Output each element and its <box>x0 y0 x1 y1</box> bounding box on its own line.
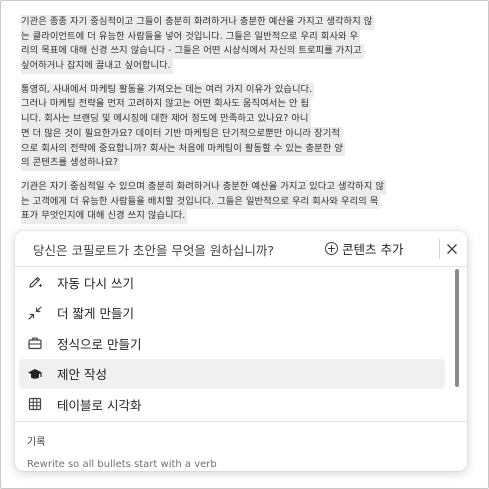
highlighted-text: 싶어하거나 잡지에 끌내고 싶어합니다. <box>21 59 173 74</box>
highlighted-text: 는 고객에게 더 유능한 사람들을 배치할 것입니다. 그들은 일반적으로 우리… <box>21 194 381 210</box>
history-heading: 기록 <box>27 437 46 448</box>
text-line: 는 고객에게 더 유능한 사람들을 배치할 것입니다. 그들은 일반적으로 우리… <box>21 194 466 210</box>
text-line: 으로 회사의 전략에 중요합니까? 회사는 처음에 마케팅이 활동할 수 있는 … <box>21 141 466 157</box>
menu-item-visualize-table[interactable]: 테이블로 시각화 <box>19 389 445 419</box>
document-body: 기관은 종종 자기 중심적이고 그들이 충분히 화려하거나 충분한 예산을 가지… <box>21 15 466 233</box>
history-item[interactable]: Rewrite so all bullets start with a verb <box>27 459 217 470</box>
briefcase-icon <box>27 335 43 351</box>
word-document-window: 기관은 종종 자기 중심적이고 그들이 충분히 화려하거나 충분한 예산을 가지… <box>0 0 489 489</box>
highlighted-text: 의 콘텐츠를 생성하나요? <box>21 156 121 171</box>
text-line: 표가 무엇인지에 대해 신경 쓰지 않습니다. <box>21 209 466 224</box>
scrollbar-thumb[interactable] <box>455 269 459 387</box>
paragraph-1[interactable]: 기관은 종종 자기 중심적이고 그들이 충분히 화려하거나 충분한 예산을 가지… <box>21 15 466 74</box>
menu-item-auto-rewrite[interactable]: 자동 다시 쓰기 <box>19 267 445 297</box>
text-line: 싶어하거나 잡지에 끌내고 싶어합니다. <box>21 59 466 74</box>
text-line: 리의 목표에 대해 신경 쓰지 않습니다 - 그들은 어떤 시상식에서 자신의 … <box>21 44 466 60</box>
text-line: 면 더 많은 것이 필요한가요? 데이터 기반 마케팅은 단기적으로뿐만 아니라… <box>21 126 466 142</box>
paragraph-3[interactable]: 기관은 자기 중심적일 수 있으며 충분히 화려하거나 충분한 예산을 가지고 … <box>21 179 466 224</box>
highlighted-text: 통영히, 사내에서 마케팅 활동을 가져오는 데는 여러 가지 이유가 있습니다… <box>21 82 315 98</box>
highlighted-text: 면 더 많은 것이 필요한가요? 데이터 기반 마케팅은 단기적으로뿐만 아니라… <box>21 126 342 142</box>
highlighted-text: 기관은 자기 중심적일 수 있으며 충분히 화려하거나 충분한 예산을 가지고 … <box>21 179 386 195</box>
graduation-cap-icon <box>27 366 43 382</box>
text-line: 의 콘텐츠를 생성하나요? <box>21 156 466 171</box>
pen-sparkle-icon <box>27 274 43 290</box>
text-line: 니다. 회사는 브랜딩 및 메시징에 대한 제어 정도에 만족하고 있나요? 아… <box>21 112 466 127</box>
menu-item-label: 자동 다시 쓰기 <box>57 275 134 291</box>
divider <box>439 239 440 259</box>
highlighted-text: 기관은 종종 자기 중심적이고 그들이 충분히 화려하거나 충분한 예산을 가지… <box>21 15 375 30</box>
text-line: 는 클라이언트에 더 유능한 사람들을 넣어 것입니다. 그들은 일반적으로 우… <box>21 29 466 45</box>
shrink-arrows-icon <box>27 305 43 321</box>
prompt-row: 당신은 코필로트가 초안을 무엇을 원하십니까? + 콘텐츠 추가 <box>15 231 467 265</box>
menu-item-make-shorter[interactable]: 더 짧게 만들기 <box>19 298 445 328</box>
paragraph-2[interactable]: 통영히, 사내에서 마케팅 활동을 가져오는 데는 여러 가지 이유가 있습니다… <box>21 82 466 171</box>
highlighted-text: 니다. 회사는 브랜딩 및 메시징에 대한 제어 정도에 만족하고 있나요? 아… <box>21 112 311 127</box>
highlighted-text: 으로 회사의 전략에 중요합니까? 회사는 처음에 마케팅이 활동할 수 있는 … <box>21 141 345 157</box>
highlighted-text: 표가 무엇인지에 대해 신경 쓰지 않습니다. <box>21 209 188 224</box>
menu-item-write-proposal[interactable]: 제안 작성 <box>19 358 445 389</box>
text-line: 그러나 마케팅 전략을 먼저 고려하지 않고는 어떤 회사도 움직여서는 안 됩 <box>21 97 466 113</box>
close-button[interactable] <box>441 238 463 260</box>
menu-item-label: 제안 작성 <box>57 367 107 382</box>
text-line: 기관은 자기 중심적일 수 있으며 충분히 화려하거나 충분한 예산을 가지고 … <box>21 179 466 195</box>
menu-item-make-formal[interactable]: 정식으로 만들기 <box>19 328 445 358</box>
menu-item-label: 정식으로 만들기 <box>57 336 142 352</box>
highlighted-text: 는 클라이언트에 더 유능한 사람들을 넣어 것입니다. 그들은 일반적으로 우… <box>21 29 361 45</box>
add-content-button[interactable]: + 콘텐츠 추가 <box>321 237 409 259</box>
prompt-input[interactable]: 당신은 코필로트가 초안을 무엇을 원하십니까? <box>33 240 274 259</box>
highlighted-text: 그러나 마케팅 전략을 먼저 고려하지 않고는 어떤 회사도 움직여서는 안 됩 <box>21 97 312 113</box>
close-icon <box>447 244 457 254</box>
text-line: 기관은 종종 자기 중심적이고 그들이 충분히 화려하거나 충분한 예산을 가지… <box>21 15 466 30</box>
suggestion-menu: 자동 다시 쓰기 더 짧게 만들기 정식으로 만들기 제안 작성 테이블로 시각… <box>19 267 445 420</box>
divider <box>15 421 467 422</box>
copilot-draft-panel: 당신은 코필로트가 초안을 무엇을 원하십니까? + 콘텐츠 추가 자동 다시 … <box>15 231 467 471</box>
add-content-label: 콘텐츠 추가 <box>342 241 404 257</box>
plus-circle-icon: + <box>325 241 338 255</box>
text-line: 통영히, 사내에서 마케팅 활동을 가져오는 데는 여러 가지 이유가 있습니다… <box>21 82 466 98</box>
menu-item-label: 더 짧게 만들기 <box>57 306 134 321</box>
menu-item-label: 테이블로 시각화 <box>57 397 142 413</box>
highlighted-text: 리의 목표에 대해 신경 쓰지 않습니다 - 그들은 어떤 시상식에서 자신의 … <box>21 44 364 60</box>
table-icon <box>27 396 43 412</box>
